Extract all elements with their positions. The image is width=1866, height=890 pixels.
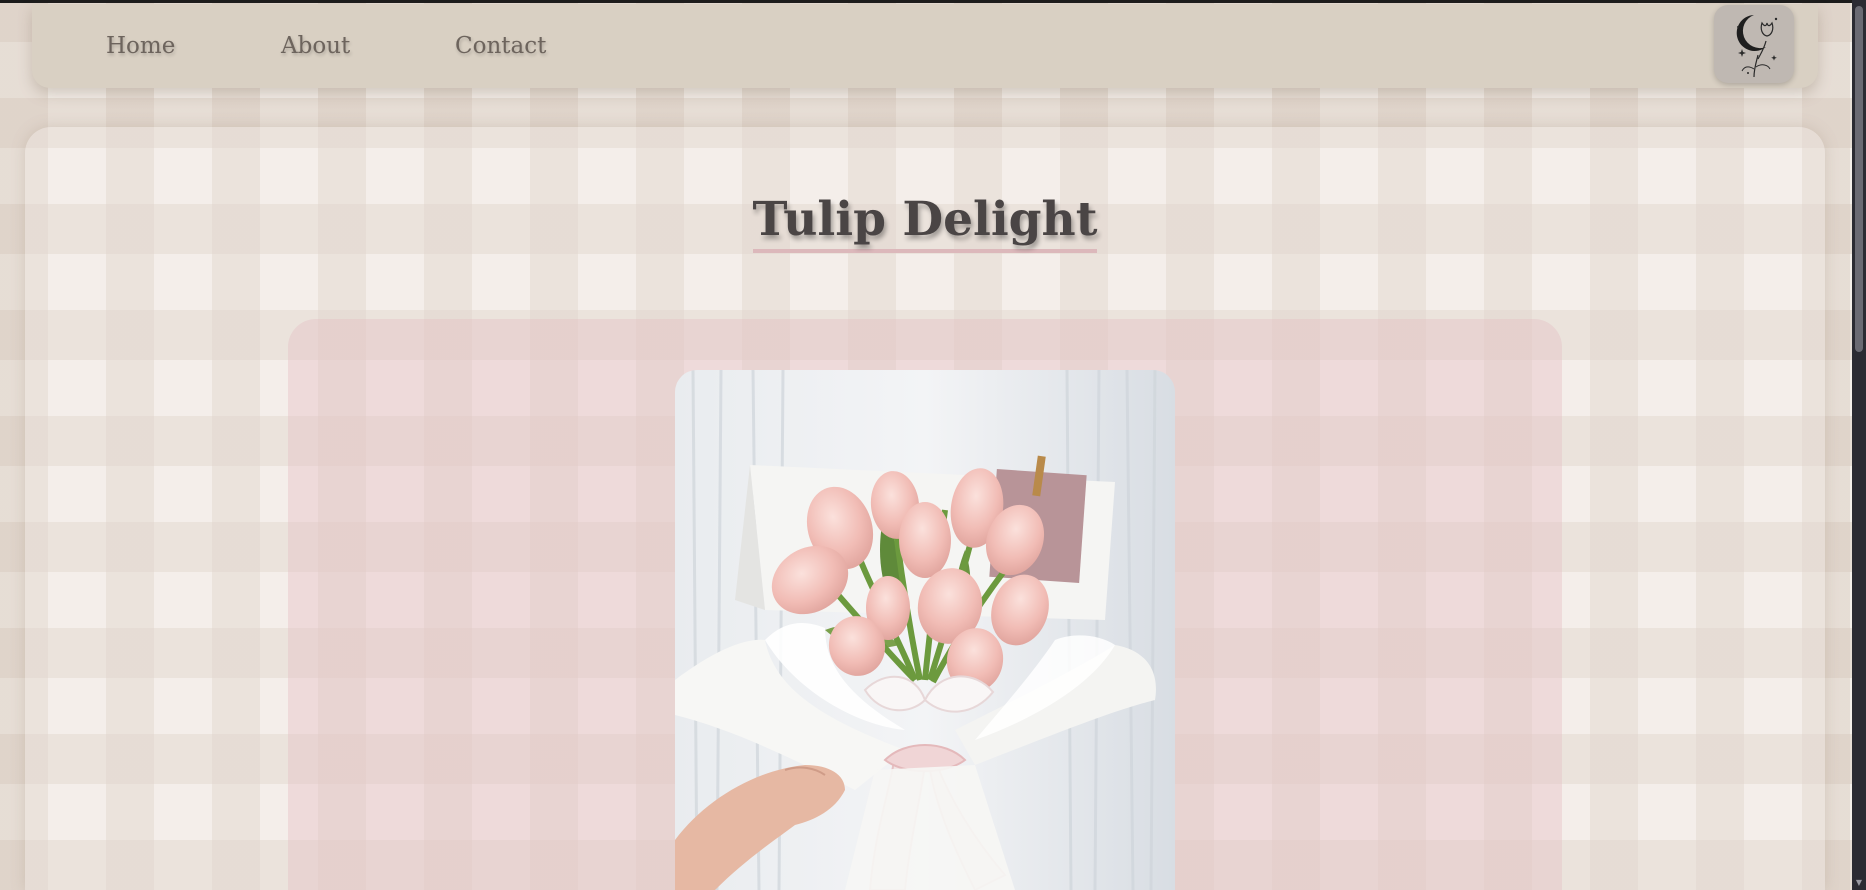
nav-link-home[interactable]: Home [106, 33, 175, 59]
tulip-bouquet-image [675, 370, 1175, 890]
window-top-edge [0, 0, 1866, 3]
scrollbar-thumb[interactable] [1855, 6, 1863, 352]
nav-link-about[interactable]: About [281, 33, 350, 59]
nav-link-contact[interactable]: Contact [455, 33, 546, 59]
vertical-scrollbar[interactable]: ▼ [1852, 0, 1866, 890]
page-title-text: Tulip Delight [752, 191, 1098, 253]
page-title: Tulip Delight [0, 191, 1850, 253]
scroll-down-arrow-icon[interactable]: ▼ [1854, 878, 1864, 888]
moon-tulip-logo-icon[interactable] [1714, 5, 1794, 83]
navbar: Home About Contact [32, 4, 1818, 88]
